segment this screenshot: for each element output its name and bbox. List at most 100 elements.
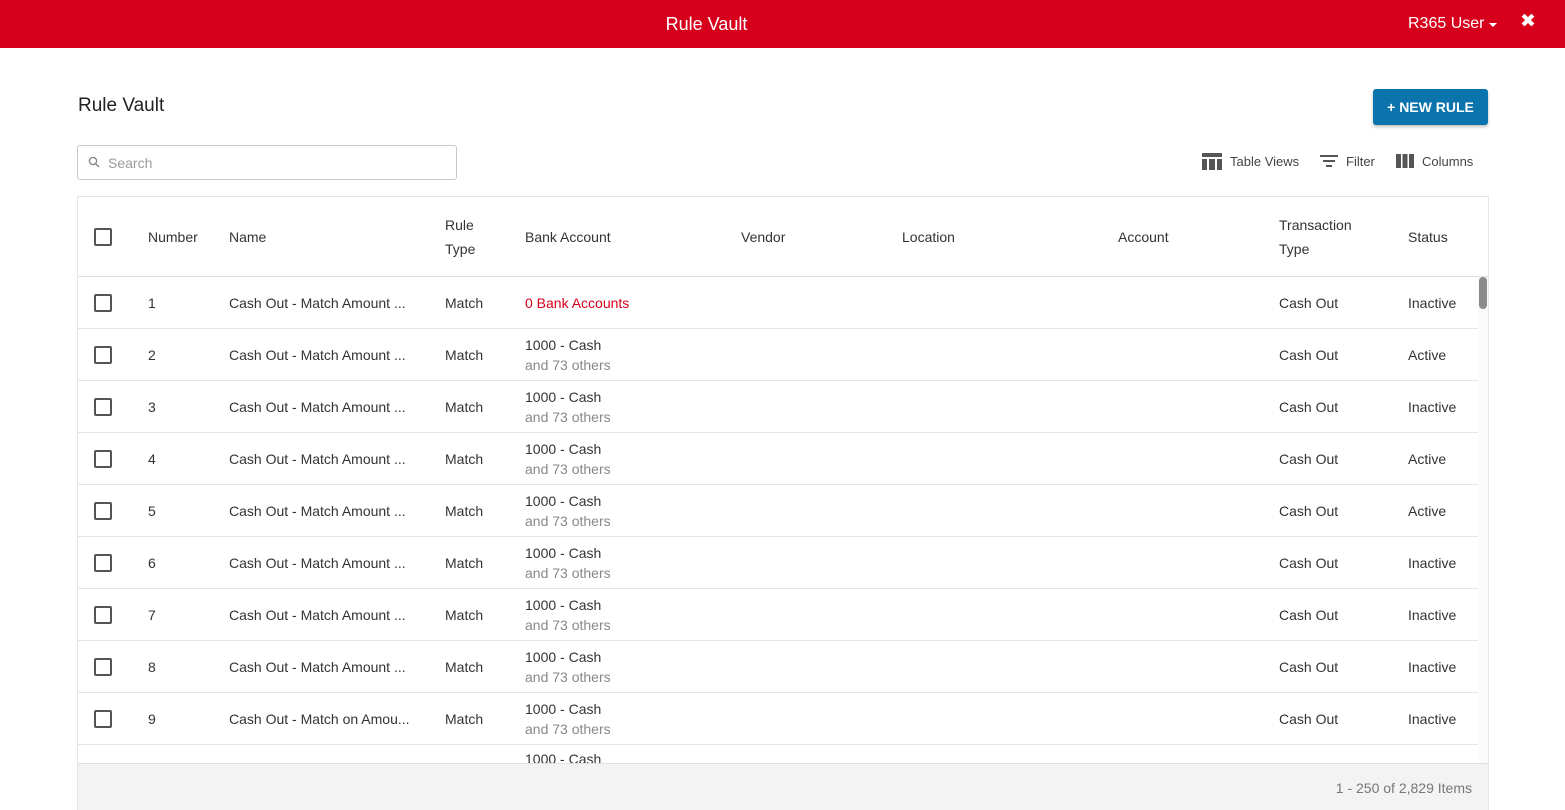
chevron-down-icon (1489, 23, 1498, 27)
row-select-cell (94, 537, 112, 589)
cell-rule-type: Match (445, 399, 484, 415)
column-header-transaction-type-line2: Type (1279, 241, 1310, 257)
row-checkbox[interactable] (94, 554, 112, 572)
cell-bank-account: 1000 - Cash and 73 others (525, 641, 611, 693)
cell-transaction-type: Cash Out (1279, 451, 1339, 467)
table-row[interactable]: 6 Cash Out - Match Amount ... Match 1000 - … (78, 537, 1478, 589)
row-checkbox[interactable] (94, 606, 112, 624)
bank-accounts-link[interactable]: 0 Bank Accounts (525, 295, 629, 311)
table-views-icon (1202, 152, 1222, 170)
cell-bank-account: 1000 - Cash and 73 others (525, 381, 611, 433)
cell-bank-account: 1000 - Cash and 73 others (525, 329, 611, 381)
column-header-vendor[interactable]: Vendor (741, 197, 785, 277)
cell-bank-account: 1000 - Cash and 73 others (525, 485, 611, 537)
cell-number: 8 (148, 659, 156, 675)
select-all-checkbox[interactable] (94, 228, 112, 246)
user-menu[interactable]: R365 User (1408, 13, 1498, 35)
cell-status: Active (1408, 451, 1447, 467)
column-header-location[interactable]: Location (902, 197, 955, 277)
cell-number: 3 (148, 399, 156, 415)
cell-bank-account: 1000 - Cash (525, 745, 601, 763)
cell-name: Cash Out - Match Amount ... (229, 295, 406, 311)
row-checkbox[interactable] (94, 710, 112, 728)
bank-account-others: and 73 others (525, 669, 611, 685)
cell-name: Cash Out - Match Amount ... (229, 503, 406, 519)
table-row[interactable]: 9 Cash Out - Match on Amou... Match 1000 - … (78, 693, 1478, 745)
table-body: 1 Cash Out - Match Amount ... Match 0 Bank … (78, 277, 1478, 763)
row-select-cell (94, 329, 112, 381)
cell-name: Cash Out - Match Amount ... (229, 659, 406, 675)
cell-bank-account: 1000 - Cash and 73 others (525, 537, 611, 589)
column-header-name[interactable]: Name (229, 197, 266, 277)
filter-button[interactable]: Filter (1320, 152, 1375, 170)
bank-account-primary: 1000 - Cash (525, 493, 602, 509)
row-checkbox[interactable] (94, 658, 112, 676)
cell-name: Cash Out - Match on Amou... (229, 711, 410, 727)
table-row[interactable]: 8 Cash Out - Match Amount ... Match 1000 - … (78, 641, 1478, 693)
scrollbar-thumb[interactable] (1479, 277, 1487, 309)
table-row[interactable]: 1 Cash Out - Match Amount ... Match 0 Bank … (78, 277, 1478, 329)
column-header-bank-account[interactable]: Bank Account (525, 197, 611, 277)
bank-account-primary: 1000 - Cash (525, 389, 602, 405)
app-title: Rule Vault (665, 14, 748, 34)
column-header-account[interactable]: Account (1118, 197, 1169, 277)
cell-number: 4 (148, 451, 156, 467)
cell-rule-type: Match (445, 295, 484, 311)
row-checkbox[interactable] (94, 502, 112, 520)
new-rule-button[interactable]: + NEW RULE (1373, 89, 1488, 125)
cell-transaction-type: Cash Out (1279, 399, 1339, 415)
top-bar: Rule Vault R365 User ✖ (0, 0, 1565, 48)
columns-icon (1396, 154, 1414, 168)
table-row[interactable]: 4 Cash Out - Match Amount ... Match 1000 - … (78, 433, 1478, 485)
cell-bank-account: 0 Bank Accounts (525, 277, 629, 329)
scrollbar-track[interactable] (1478, 277, 1488, 763)
cell-bank-account: 1000 - Cash and 73 others (525, 693, 611, 745)
column-header-rule-type[interactable]: Rule Type (445, 197, 475, 277)
bank-account-others: and 73 others (525, 461, 611, 477)
table-row[interactable]: 2 Cash Out - Match Amount ... Match 1000 - … (78, 329, 1478, 381)
table-row[interactable]: 1000 - Cash (78, 745, 1478, 763)
cell-rule-type: Match (445, 347, 484, 363)
row-checkbox[interactable] (94, 346, 112, 364)
row-select-cell (94, 433, 112, 485)
cell-name: Cash Out - Match Amount ... (229, 555, 406, 571)
cell-number: 5 (148, 503, 156, 519)
search-input[interactable] (108, 152, 448, 174)
cell-status: Inactive (1408, 555, 1457, 571)
cell-rule-type: Match (445, 555, 484, 571)
column-header-rule-type-line2: Type (445, 241, 476, 257)
cell-transaction-type: Cash Out (1279, 555, 1339, 571)
column-header-number[interactable]: Number (148, 197, 198, 277)
table-row[interactable]: 3 Cash Out - Match Amount ... Match 1000 - … (78, 381, 1478, 433)
column-header-transaction-type[interactable]: Transaction Type (1279, 197, 1352, 277)
cell-transaction-type: Cash Out (1279, 295, 1339, 311)
row-checkbox[interactable] (94, 294, 112, 312)
row-select-cell (94, 641, 112, 693)
cell-name: Cash Out - Match Amount ... (229, 347, 406, 363)
filter-label: Filter (1346, 153, 1375, 169)
cell-rule-type: Match (445, 503, 484, 519)
search-box[interactable] (77, 145, 457, 180)
cell-status: Inactive (1408, 295, 1457, 311)
bank-account-others: and 73 others (525, 565, 611, 581)
table-row[interactable]: 5 Cash Out - Match Amount ... Match 1000 - … (78, 485, 1478, 537)
filter-icon (1320, 155, 1338, 167)
column-header-transaction-type-line1: Transaction (1279, 217, 1352, 233)
cell-rule-type: Match (445, 451, 484, 467)
table-views-button[interactable]: Table Views (1202, 152, 1299, 170)
cell-number: 6 (148, 555, 156, 571)
select-all-cell (94, 197, 112, 277)
table-row[interactable]: 7 Cash Out - Match Amount ... Match 1000 - … (78, 589, 1478, 641)
column-header-status[interactable]: Status (1408, 197, 1448, 277)
row-checkbox[interactable] (94, 450, 112, 468)
cell-number: 7 (148, 607, 156, 623)
cell-transaction-type: Cash Out (1279, 711, 1339, 727)
columns-button[interactable]: Columns (1396, 152, 1473, 170)
cell-status: Inactive (1408, 607, 1457, 623)
bank-account-primary: 1000 - Cash (525, 751, 602, 763)
bank-account-others: and 73 others (525, 513, 611, 529)
cell-name: Cash Out - Match Amount ... (229, 399, 406, 415)
close-button[interactable]: ✖ (1518, 11, 1538, 33)
user-menu-label: R365 User (1408, 15, 1485, 32)
row-checkbox[interactable] (94, 398, 112, 416)
